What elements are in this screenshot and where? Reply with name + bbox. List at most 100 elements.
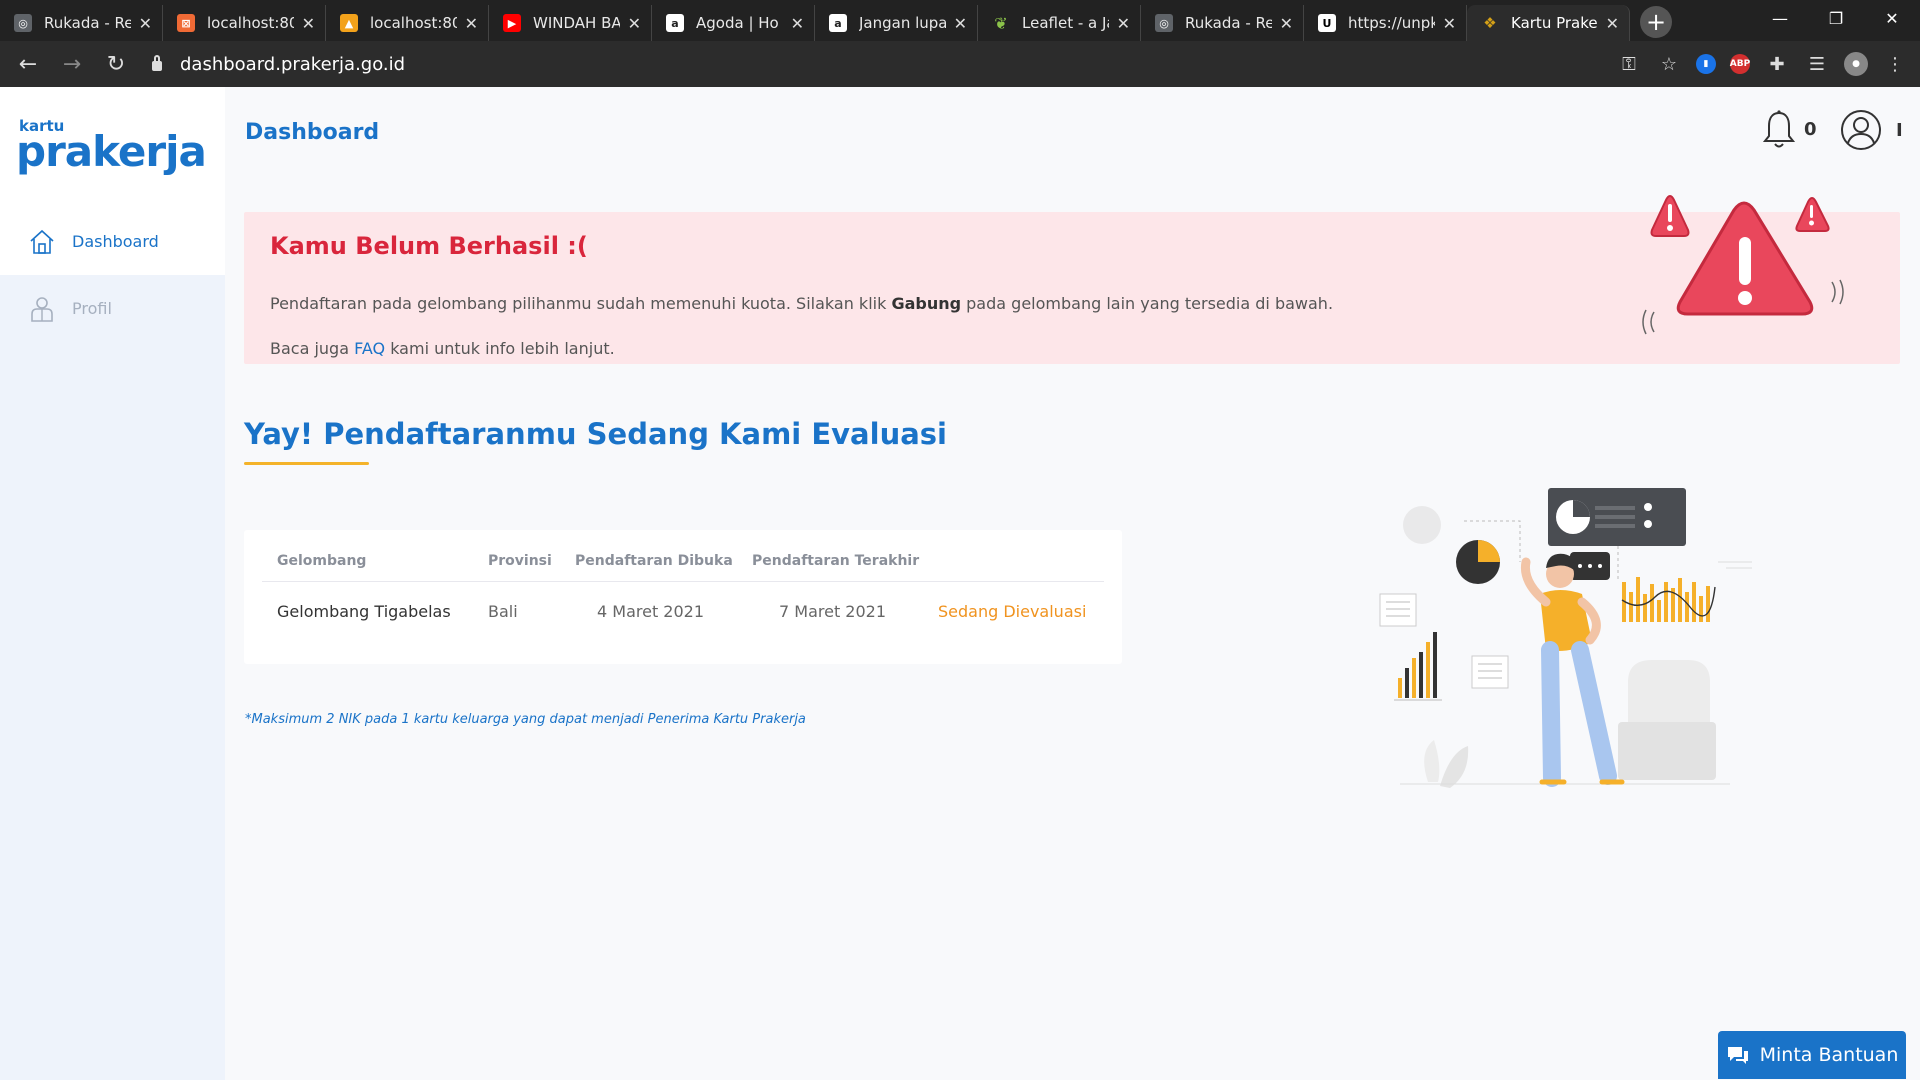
alert-message: Pendaftaran pada gelombang pilihanmu sud…	[270, 294, 1333, 313]
url-text: dashboard.prakerja.go.id	[180, 53, 406, 75]
browser-tab[interactable]: ⊠ localhost:80 ✕	[163, 5, 326, 41]
close-tab-icon[interactable]: ✕	[302, 14, 315, 33]
browser-tabstrip: ◎ Rukada - Re ✕ ⊠ localhost:80 ✕ ▲ local…	[0, 0, 1920, 41]
tab-title: https://unpk	[1348, 14, 1435, 32]
close-tab-icon[interactable]: ✕	[628, 14, 641, 33]
new-tab-button[interactable]: +	[1640, 6, 1672, 38]
tab-title: Jangan lupa	[859, 14, 946, 32]
reload-icon[interactable]: ↻	[94, 52, 138, 77]
chat-icon	[1727, 1047, 1748, 1064]
star-icon[interactable]: ☆	[1656, 54, 1682, 75]
bookmark-extension-icon[interactable]: ▮	[1696, 54, 1716, 74]
alert-text: kami untuk info lebih lanjut.	[385, 339, 615, 358]
home-icon	[30, 229, 54, 254]
status-badge: Sedang Dievaluasi	[938, 602, 1087, 621]
column-header: Pendaftaran Dibuka	[575, 553, 733, 569]
browser-tab-active[interactable]: ❖ Kartu Praker ✕	[1467, 5, 1630, 41]
tab-title: Kartu Praker	[1511, 14, 1598, 32]
user-menu[interactable]: I	[1840, 109, 1903, 151]
lock-icon	[152, 55, 162, 71]
tab-title: localhost:80	[370, 14, 457, 32]
alert-text: Pendaftaran pada gelombang pilihanmu sud…	[270, 294, 892, 313]
forward-icon[interactable]: →	[50, 52, 94, 77]
page-title: Dashboard	[245, 120, 380, 145]
browser-tab[interactable]: a Agoda | Ho ✕	[652, 5, 815, 41]
browser-tab[interactable]: ◎ Rukada - Re ✕	[0, 5, 163, 41]
u-icon: U	[1318, 14, 1336, 32]
cell-terakhir: 7 Maret 2021	[779, 602, 887, 621]
close-tab-icon[interactable]: ✕	[465, 14, 478, 33]
warning-illustration	[1642, 195, 1844, 335]
tab-title: Leaflet - a Ja	[1022, 14, 1109, 32]
sidebar-item-profil[interactable]: Profil	[0, 275, 225, 342]
footnote: *Maksimum 2 NIK pada 1 kartu keluarga ya…	[245, 712, 806, 727]
garuda-icon: ❖	[1483, 14, 1497, 32]
browser-tab[interactable]: ❦ Leaflet - a Ja ✕	[978, 5, 1141, 41]
browser-tab[interactable]: ▲ localhost:80 ✕	[326, 5, 489, 41]
tab-title: Rukada - Re	[44, 14, 131, 32]
notification-count: 0	[1804, 118, 1817, 140]
help-button-label: Minta Bantuan	[1759, 1044, 1899, 1066]
browser-tab[interactable]: ▶ WINDAH BA ✕	[489, 5, 652, 41]
browser-tab[interactable]: U https://unpk ✕	[1304, 5, 1467, 41]
key-icon[interactable]: ⚿	[1616, 54, 1642, 75]
close-window-icon[interactable]: ✕	[1864, 0, 1920, 36]
profile-icon	[31, 296, 53, 322]
column-header: Pendaftaran Terakhir	[752, 553, 920, 569]
menu-kebab-icon[interactable]: ⋮	[1882, 54, 1908, 75]
close-tab-icon[interactable]: ✕	[139, 14, 152, 33]
bell-icon	[1762, 110, 1796, 148]
back-icon[interactable]: ←	[6, 52, 50, 77]
logo[interactable]: kartu prakerja	[0, 87, 225, 208]
page: kartu prakerja Dashboard Profil Dashboar…	[0, 87, 1920, 1080]
restore-icon[interactable]: ❐	[1808, 0, 1864, 36]
tab-title: Agoda | Ho	[696, 14, 779, 32]
media-queue-icon[interactable]: ☰	[1804, 54, 1830, 75]
xampp-icon: ⊠	[177, 14, 195, 32]
youtube-icon: ▶	[503, 14, 521, 32]
address-bar[interactable]: dashboard.prakerja.go.id	[152, 54, 405, 75]
analytics-illustration	[1379, 488, 1752, 788]
cell-gelombang: Gelombang Tigabelas	[277, 602, 451, 621]
pma-icon: ▲	[340, 14, 358, 32]
help-button[interactable]: Minta Bantuan	[1718, 1031, 1906, 1079]
alert-faq-line: Baca juga FAQ kami untuk info lebih lanj…	[270, 339, 615, 358]
browser-toolbar: ← → ↻ dashboard.prakerja.go.id ⚿ ☆ ▮ ABP…	[0, 41, 1920, 87]
close-tab-icon[interactable]: ✕	[1280, 14, 1293, 33]
window-controls: — ❐ ✕	[1752, 0, 1920, 36]
column-header: Provinsi	[488, 553, 552, 569]
faq-link[interactable]: FAQ	[354, 339, 385, 358]
title-underline	[244, 462, 369, 465]
alert-bold-text: Gabung	[891, 294, 962, 313]
sidebar-item-label: Dashboard	[72, 232, 159, 251]
alert-text: Baca juga	[270, 339, 355, 358]
profile-avatar-icon[interactable]: ●	[1844, 52, 1868, 76]
agoda-icon: a	[666, 14, 684, 32]
close-tab-icon[interactable]: ✕	[1117, 14, 1130, 33]
close-tab-icon[interactable]: ✕	[954, 14, 967, 33]
close-tab-icon[interactable]: ✕	[791, 14, 804, 33]
close-tab-icon[interactable]: ✕	[1606, 14, 1619, 33]
sidebar-item-dashboard[interactable]: Dashboard	[0, 208, 225, 275]
browser-tab[interactable]: ◎ Rukada - Re ✕	[1141, 5, 1304, 41]
sidebar-item-label: Profil	[72, 299, 112, 318]
toolbar-actions: ⚿ ☆ ▮ ABP ✚ ☰ ● ⋮	[1616, 41, 1908, 87]
cell-dibuka: 4 Maret 2021	[597, 602, 705, 621]
cell-provinsi: Bali	[488, 602, 518, 621]
user-initial: I	[1896, 119, 1903, 141]
extensions-puzzle-icon[interactable]: ✚	[1764, 54, 1790, 75]
close-tab-icon[interactable]: ✕	[1443, 14, 1456, 33]
tab-title: Rukada - Re	[1185, 14, 1272, 32]
globe-icon: ◎	[14, 14, 32, 32]
registration-table: Gelombang Provinsi Pendaftaran Dibuka Pe…	[244, 530, 1122, 664]
notifications[interactable]: 0	[1762, 109, 1817, 149]
table-divider	[262, 581, 1104, 582]
logo-prakerja-text: prakerja	[16, 127, 207, 176]
browser-tab[interactable]: a Jangan lupa ✕	[815, 5, 978, 41]
minimize-icon[interactable]: —	[1752, 0, 1808, 36]
leaf-icon: ❦	[994, 13, 1008, 33]
tab-title: WINDAH BA	[533, 14, 620, 32]
alert-title: Kamu Belum Berhasil :(	[270, 232, 588, 260]
adblock-icon[interactable]: ABP	[1730, 54, 1750, 74]
tab-title: localhost:80	[207, 14, 294, 32]
